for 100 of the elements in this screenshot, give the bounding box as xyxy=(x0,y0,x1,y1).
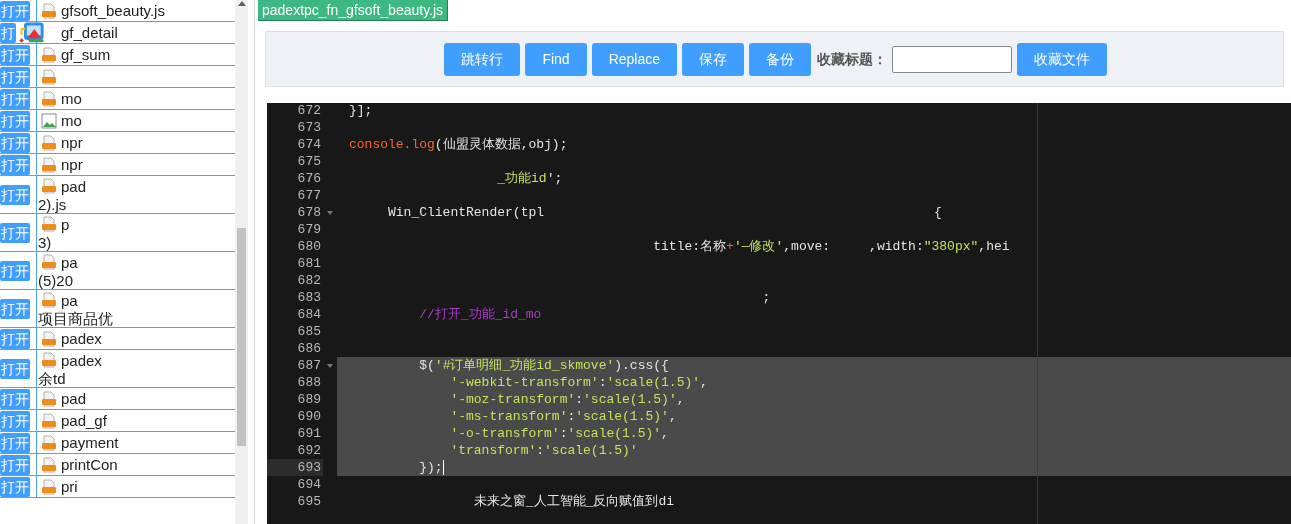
file-name[interactable]: 2).js xyxy=(38,196,67,213)
line-number: 686 xyxy=(297,340,321,357)
js-file-icon xyxy=(41,352,57,368)
file-name[interactable]: pa xyxy=(61,253,78,271)
line-number: 691 xyxy=(297,425,321,442)
js-file-icon xyxy=(41,412,57,429)
open-button[interactable]: 打开 xyxy=(0,410,30,431)
open-button[interactable]: 打开 xyxy=(0,328,30,349)
line-number: 687 xyxy=(297,357,321,374)
file-name[interactable]: pa xyxy=(61,291,78,309)
toolbar-button[interactable]: 备份 xyxy=(749,42,811,76)
file-name[interactable]: padex xyxy=(61,330,102,347)
file-name[interactable]: 3) xyxy=(38,234,52,251)
js-file-icon xyxy=(41,292,57,308)
file-name[interactable]: pad xyxy=(61,390,87,407)
line-number: 684 xyxy=(297,306,321,323)
toolbar-button[interactable]: Find xyxy=(525,42,587,76)
file-name[interactable]: 余td xyxy=(38,370,66,387)
open-button[interactable]: 打开 xyxy=(0,476,30,497)
line-number: 690 xyxy=(297,408,321,425)
file-name[interactable]: (5)20 xyxy=(38,272,74,289)
file-name[interactable]: 项目商品优 xyxy=(38,310,113,327)
code-line: ; xyxy=(761,289,771,306)
js-file-icon xyxy=(41,46,57,63)
open-button[interactable]: 打开 xyxy=(0,298,30,319)
open-button[interactable]: 打 xyxy=(0,22,16,43)
file-name[interactable]: padex xyxy=(61,351,102,369)
file-name[interactable]: mo xyxy=(61,112,82,129)
code-line: '-o-transform':'scale(1.5)', xyxy=(449,425,669,442)
code-line: 'transform':'scale(1.5)' xyxy=(449,442,638,459)
open-button[interactable]: 打开 xyxy=(0,132,30,153)
open-button[interactable]: 打开 xyxy=(0,66,30,87)
open-button[interactable]: 打开 xyxy=(0,432,30,453)
toolbar-button[interactable]: Replace xyxy=(591,42,677,76)
line-number: 682 xyxy=(297,272,321,289)
scrollbar-thumb[interactable] xyxy=(237,228,246,446)
file-name[interactable]: npr xyxy=(61,156,83,173)
file-name[interactable]: npr xyxy=(61,134,83,151)
line-number: 679 xyxy=(297,221,321,238)
code-line: _功能id'; xyxy=(496,170,563,187)
line-number: 685 xyxy=(297,323,321,340)
scrollbar[interactable] xyxy=(235,0,248,524)
js-file-icon xyxy=(41,68,57,85)
open-button[interactable]: 打开 xyxy=(0,44,30,65)
image-file-icon xyxy=(41,112,57,129)
line-number: 695 xyxy=(297,493,321,510)
js-file-icon xyxy=(41,434,57,451)
code-line: }); xyxy=(418,459,443,476)
line-number: 673 xyxy=(297,119,321,136)
js-file-icon xyxy=(41,134,57,151)
open-button[interactable]: 打开 xyxy=(0,454,30,475)
code-line: '-moz-transform':'scale(1.5)', xyxy=(449,391,685,408)
open-button[interactable]: 打开 xyxy=(0,388,30,409)
fold-arrow-icon[interactable] xyxy=(327,363,333,368)
line-number: 676 xyxy=(297,170,321,187)
toolbar-button[interactable]: 保存 xyxy=(682,42,744,76)
favorite-file-button[interactable]: 收藏文件 xyxy=(1017,42,1107,76)
file-name[interactable]: pri xyxy=(61,478,78,495)
fold-arrow-icon[interactable] xyxy=(327,210,333,215)
file-name[interactable]: payment xyxy=(61,434,119,451)
scroll-up-icon[interactable] xyxy=(237,1,246,6)
open-button[interactable]: 打开 xyxy=(0,88,30,109)
file-name[interactable]: p xyxy=(61,215,70,233)
file-name[interactable]: gf_detail xyxy=(61,24,118,41)
line-number: 688 xyxy=(297,374,321,391)
favorite-title-label: 收藏标题： xyxy=(817,49,887,69)
js-file-icon xyxy=(41,216,57,232)
open-button[interactable]: 打开 xyxy=(0,110,30,131)
open-button[interactable]: 打开 xyxy=(0,260,30,281)
line-number: 694 xyxy=(297,476,321,493)
open-button[interactable]: 打开 xyxy=(0,222,30,243)
favorite-title-field[interactable] xyxy=(892,45,1012,73)
js-file-icon xyxy=(41,90,57,107)
line-number: 674 xyxy=(297,136,321,153)
code-line: $('#订单明细_功能id_skmove').css({ xyxy=(418,357,669,374)
file-name[interactable]: printCon xyxy=(61,456,118,473)
line-number: 681 xyxy=(297,255,321,272)
line-number: 689 xyxy=(297,391,321,408)
file-name[interactable]: gf_sum xyxy=(61,46,111,63)
file-name[interactable]: gfsoft_beauty.js xyxy=(61,2,165,19)
line-number: 692 xyxy=(297,442,321,459)
line-number: 683 xyxy=(297,289,321,306)
file-name[interactable]: mo xyxy=(61,90,82,107)
file-name[interactable]: pad_gf xyxy=(61,412,107,429)
open-button[interactable]: 打开 xyxy=(0,0,30,21)
file-name[interactable]: pad xyxy=(61,177,87,195)
open-button[interactable]: 打开 xyxy=(0,154,30,175)
line-number: 677 xyxy=(297,187,321,204)
code-line: }]; xyxy=(349,103,373,119)
code-line: '-webkit-transform':'scale(1.5)', xyxy=(449,374,708,391)
js-file-icon xyxy=(41,156,57,173)
open-button[interactable]: 打开 xyxy=(0,184,30,205)
line-number: 675 xyxy=(297,153,321,170)
line-number: 672 xyxy=(297,103,321,119)
toolbar-button[interactable]: 跳转行 xyxy=(444,42,521,76)
js-file-icon xyxy=(41,456,57,473)
file-tab[interactable]: padextpc_fn_gfsoft_beauty.js xyxy=(258,0,449,21)
text-cursor xyxy=(442,460,444,475)
open-button[interactable]: 打开 xyxy=(0,358,30,379)
code-line: title:名称+'—修改',move: ,width:"380px",hei xyxy=(652,238,1010,255)
